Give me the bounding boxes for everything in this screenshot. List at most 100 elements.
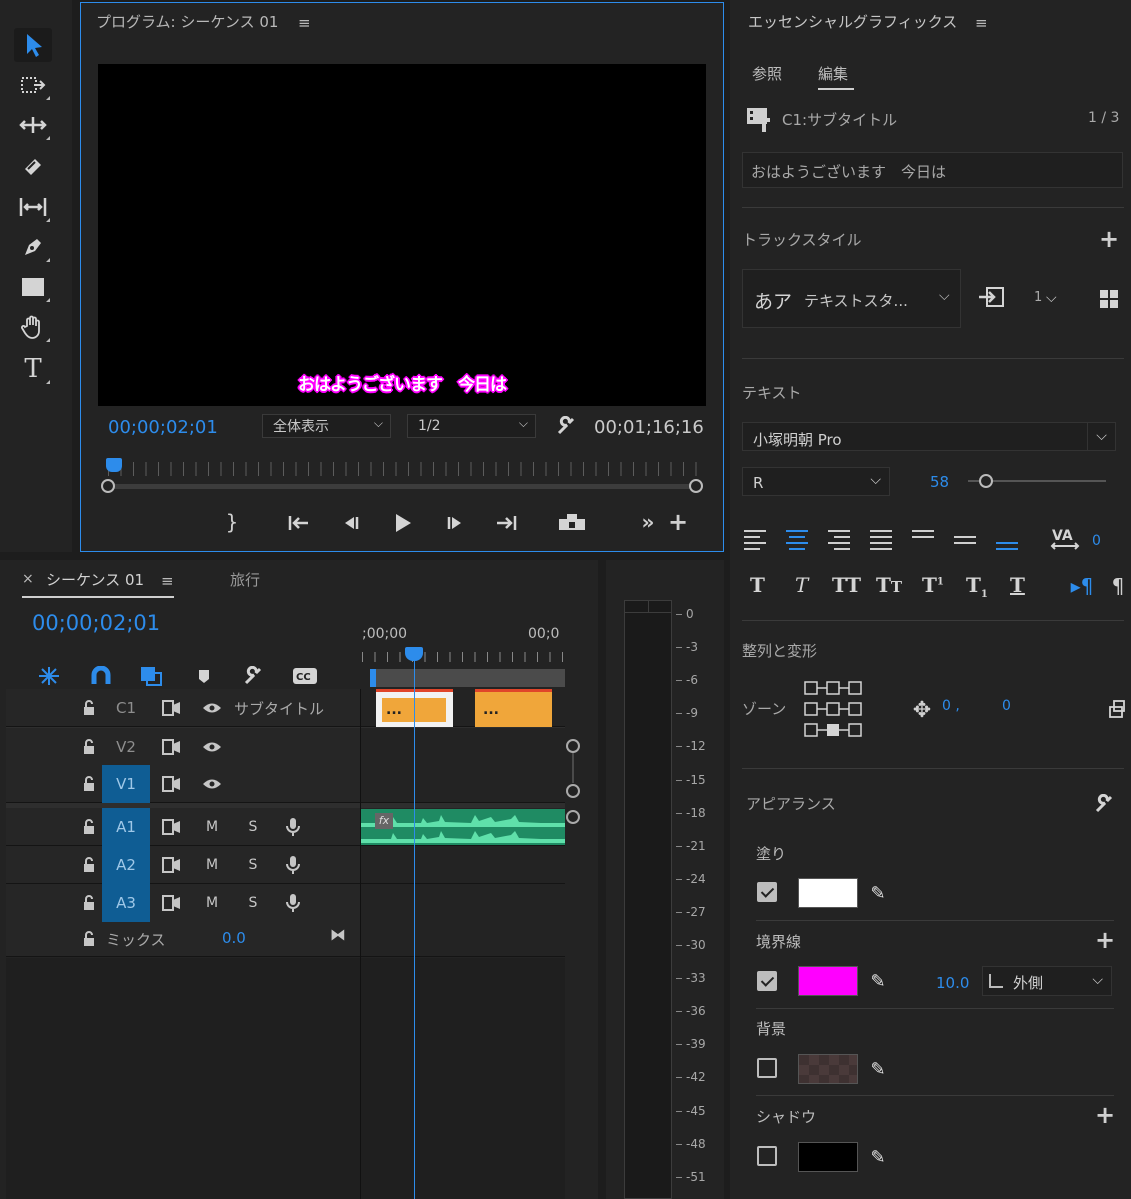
timeline-tab-travel[interactable]: 旅行 <box>230 569 260 590</box>
faux-bold-icon[interactable]: T <box>750 573 765 597</box>
panel-menu-icon[interactable]: ≡ <box>161 572 174 590</box>
superscript-icon[interactable]: T1 <box>922 573 944 597</box>
linked-selection-icon[interactable] <box>138 664 164 688</box>
captions-icon[interactable]: CC <box>290 664 320 688</box>
font-size-slider-handle[interactable] <box>979 474 993 488</box>
mark-out-icon[interactable]: } <box>220 510 244 534</box>
tab-edit[interactable]: 編集 <box>818 63 848 84</box>
work-area-start[interactable] <box>370 669 376 687</box>
caption-text-field[interactable]: おはようございます 今日は <box>742 152 1123 188</box>
add-stroke-icon[interactable]: + <box>1094 926 1116 954</box>
reset-transform-icon[interactable] <box>1106 698 1128 720</box>
toggle-sync-icon[interactable] <box>160 728 184 766</box>
style-count[interactable]: 1 <box>1034 290 1042 305</box>
align-top-icon[interactable] <box>912 530 936 552</box>
track-style-select[interactable]: あア テキストスタ... ⌵ <box>742 269 961 328</box>
timeline-playhead-head[interactable] <box>405 647 423 661</box>
small-caps-icon[interactable]: TT <box>876 573 902 597</box>
add-button-icon[interactable]: + <box>666 508 690 536</box>
step-forward-icon[interactable] <box>444 512 468 534</box>
lock-icon[interactable] <box>80 765 98 803</box>
solo-button[interactable]: S <box>243 884 263 922</box>
timeline-timecode[interactable]: 00;00;02;01 <box>32 611 160 635</box>
align-left-icon[interactable] <box>744 530 768 552</box>
ripple-edit-tool-icon[interactable] <box>14 108 52 142</box>
add-marker-icon[interactable] <box>192 664 216 688</box>
mute-button[interactable]: M <box>202 884 222 922</box>
rtl-direction-icon[interactable]: ¶ <box>1108 574 1128 598</box>
align-middle-icon[interactable] <box>954 536 978 558</box>
lock-icon[interactable] <box>80 728 98 766</box>
toggle-sync-icon[interactable] <box>160 846 184 884</box>
razor-tool-icon[interactable] <box>14 150 52 184</box>
mix-value[interactable]: 0.0 <box>222 929 246 947</box>
appearance-settings-icon[interactable] <box>1092 792 1116 816</box>
chevron-down-icon[interactable]: ⌵ <box>1046 290 1057 306</box>
zoom-handle-left[interactable] <box>101 479 115 493</box>
timeline-ruler-ticks[interactable] <box>362 652 565 662</box>
panel-menu-icon[interactable]: ≡ <box>975 14 988 32</box>
eye-icon[interactable] <box>200 765 224 803</box>
caption-clip-2[interactable]: ... <box>475 689 552 727</box>
vertical-scroll-handle[interactable] <box>566 739 580 753</box>
zoom-scrollbar[interactable] <box>108 484 698 489</box>
lock-icon[interactable] <box>80 846 98 884</box>
shadow-checkbox[interactable] <box>757 1146 777 1166</box>
microphone-icon[interactable] <box>282 846 304 884</box>
more-controls-icon[interactable]: » <box>636 510 660 534</box>
justify-icon[interactable] <box>870 530 894 552</box>
zoom-handle-right[interactable] <box>689 479 703 493</box>
track-name[interactable]: V2 <box>102 728 150 766</box>
timeline-tab-sequence[interactable]: シーケンス 01 <box>46 569 144 590</box>
timeline-playhead-line[interactable] <box>414 660 415 1199</box>
vertical-scroll-handle[interactable] <box>566 784 580 798</box>
fill-eyedropper-icon[interactable]: ✎ <box>867 882 889 904</box>
export-frame-icon[interactable] <box>556 510 588 534</box>
lock-icon[interactable] <box>80 808 98 846</box>
pen-tool-icon[interactable] <box>14 230 52 264</box>
align-center-icon[interactable] <box>786 530 810 552</box>
align-right-icon[interactable] <box>828 530 852 552</box>
zoom-select[interactable]: 全体表示 ⌵ <box>262 414 391 438</box>
lock-icon[interactable] <box>80 689 98 727</box>
rectangle-tool-icon[interactable] <box>14 270 52 304</box>
move-position-icon[interactable]: ✥ <box>910 698 934 723</box>
program-playhead-marker[interactable] <box>106 458 122 472</box>
stroke-color-swatch[interactable] <box>798 966 858 996</box>
toggle-sync-icon[interactable] <box>160 689 184 727</box>
toggle-sync-icon[interactable] <box>160 808 184 846</box>
fx-badge[interactable]: fx <box>375 813 393 829</box>
underline-icon[interactable]: T <box>1010 573 1025 597</box>
track-name[interactable]: V1 <box>102 765 150 803</box>
lock-icon[interactable] <box>80 884 98 922</box>
go-to-in-icon[interactable] <box>286 512 312 534</box>
kerning-value[interactable]: 0 <box>1092 533 1101 549</box>
wrench-icon[interactable] <box>554 414 578 438</box>
vertical-scroll-handle[interactable] <box>566 810 580 824</box>
background-eyedropper-icon[interactable]: ✎ <box>867 1058 889 1080</box>
track-name[interactable]: A3 <box>102 884 150 922</box>
add-track-style-icon[interactable]: + <box>1098 225 1120 253</box>
align-bottom-icon[interactable] <box>996 542 1020 564</box>
panel-menu-icon[interactable]: ≡ <box>298 14 311 32</box>
type-tool-icon[interactable]: T <box>14 352 52 386</box>
solo-button[interactable]: S <box>243 808 263 846</box>
stroke-checkbox[interactable] <box>757 971 777 991</box>
font-size-value[interactable]: 58 <box>930 473 949 491</box>
program-time-ruler[interactable] <box>108 462 698 476</box>
microphone-icon[interactable] <box>282 884 304 922</box>
faux-italic-icon[interactable]: T <box>795 573 808 597</box>
track-name[interactable]: A2 <box>102 846 150 884</box>
shadow-eyedropper-icon[interactable]: ✎ <box>867 1146 889 1168</box>
timeline-empty-area[interactable] <box>6 958 565 1199</box>
add-shadow-icon[interactable]: + <box>1094 1101 1116 1129</box>
position-x[interactable]: 0 , <box>942 698 960 714</box>
track-name[interactable]: C1 <box>102 689 150 727</box>
resolution-select[interactable]: 1/2 ⌵ <box>407 414 536 438</box>
nest-icon[interactable] <box>36 664 62 688</box>
play-icon[interactable] <box>390 510 416 536</box>
close-tab-icon[interactable]: × <box>22 571 34 587</box>
slip-tool-icon[interactable] <box>14 190 52 224</box>
mute-button[interactable]: M <box>202 846 222 884</box>
mute-button[interactable]: M <box>202 808 222 846</box>
